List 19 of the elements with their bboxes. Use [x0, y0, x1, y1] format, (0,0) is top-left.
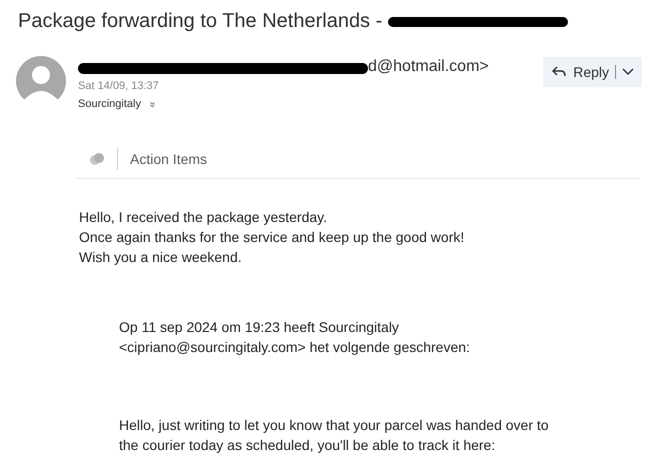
sender-address: d@hotmail.com> [368, 57, 489, 77]
message-line: Once again thanks for the service and keep up the good work! [79, 228, 466, 246]
reply-label: Reply [573, 62, 609, 82]
quote-header-line: <cipriano@sourcingitaly.com> het volgende geschreven: [119, 338, 471, 356]
action-items-label: Action Items [130, 150, 208, 168]
reply-icon [551, 65, 568, 79]
cloud-icon [89, 152, 105, 166]
sent-date: Sat 14/09, 13:37 [78, 79, 160, 94]
quote-header-line: Op 11 sep 2024 om 19:23 heeft Sourcingitaly [119, 318, 400, 336]
message-line: Wish you a nice weekend. [79, 248, 243, 266]
recipient-name: Sourcingitaly [78, 97, 141, 112]
expand-recipients-button[interactable]: » [146, 101, 158, 108]
avatar-icon [16, 56, 66, 106]
reply-button[interactable]: Reply [543, 57, 642, 87]
quoted-message-line: Hello, just writing to let you know that your parcel was handed over to [119, 416, 550, 434]
message-line: Hello, I received the package yesterday. [79, 208, 328, 226]
chevron-down-icon [622, 68, 634, 76]
email-subject: Package forwarding to The Netherlands - [18, 9, 382, 34]
quoted-message-line: the courier today as scheduled, you'll be able to track it here: [119, 436, 496, 454]
